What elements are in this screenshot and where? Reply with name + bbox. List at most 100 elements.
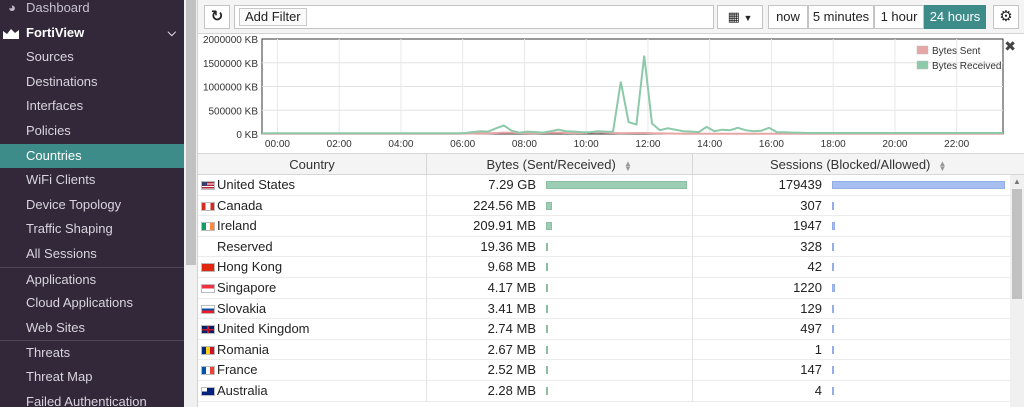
sidebar-item-fortiview[interactable]: FortiView ⌵ xyxy=(0,21,184,46)
table-row[interactable]: Hong Kong 9.68 MB 42 xyxy=(198,257,1010,278)
x-tick-label: 00:00 xyxy=(265,139,290,150)
scrollbar-thumb[interactable] xyxy=(186,0,196,265)
column-header-bytes[interactable]: Bytes (Sent/Received) ▲ ▼ xyxy=(427,154,693,175)
filter-input[interactable]: Add Filter xyxy=(234,5,714,29)
sort-icon[interactable]: ▲ ▼ xyxy=(623,159,632,172)
close-icon[interactable]: ✖ xyxy=(1004,38,1016,55)
sessions-value: 1 xyxy=(814,341,822,357)
country-cell: United Kingdom xyxy=(198,319,427,340)
bytes-value: 19.36 MB xyxy=(480,238,536,254)
table-row[interactable]: Canada 224.56 MB 307 xyxy=(198,195,1010,217)
sessions-cell: 497 xyxy=(693,319,1010,340)
sessions-bar xyxy=(832,242,834,251)
bytes-value: 7.29 GB xyxy=(488,177,536,192)
sessions-bar xyxy=(832,304,834,313)
sidebar-item-wifi-clients[interactable]: WiFi Clients xyxy=(0,168,184,193)
sidebar-item-dashboard[interactable]: ◕ Dashboard xyxy=(0,0,184,21)
sidebar-item-web-sites[interactable]: Web Sites xyxy=(0,316,184,341)
legend-label: Bytes Received xyxy=(932,61,1001,72)
sidebar-item-policies[interactable]: Policies xyxy=(0,119,184,144)
bytes-bar xyxy=(546,201,552,210)
table-row[interactable]: Ireland 209.91 MB 1947 xyxy=(198,216,1010,237)
table-row[interactable]: Australia 2.28 MB 4 xyxy=(198,381,1010,402)
bytes-bar xyxy=(546,284,548,292)
sidebar-item-failed-authentication[interactable]: Failed Authentication xyxy=(0,390,184,407)
x-tick-label: 04:00 xyxy=(388,139,413,150)
table-row[interactable]: United States 7.29 GB 179439 xyxy=(198,175,1010,196)
sessions-cell: 1 xyxy=(693,340,1010,361)
bytes-bar xyxy=(546,304,548,313)
sidebar-item-cloud-applications[interactable]: Cloud Applications xyxy=(0,291,184,316)
bytes-value: 209.91 MB xyxy=(473,218,536,234)
sessions-cell: 1947 xyxy=(693,216,1010,237)
bytes-bar xyxy=(546,242,548,251)
sessions-bar xyxy=(832,181,1005,189)
column-header-label: Bytes (Sent/Received) xyxy=(486,157,616,172)
dashboard-icon: ◕ xyxy=(8,0,16,15)
bytes-cell: 7.29 GB xyxy=(427,175,693,196)
sidebar-scrollbar[interactable] xyxy=(184,0,198,407)
country-cell: Australia xyxy=(198,381,427,402)
bytes-bar xyxy=(546,345,548,354)
sessions-cell: 328 xyxy=(693,237,1010,258)
sort-icon[interactable]: ▲ ▼ xyxy=(938,159,947,172)
x-tick-label: 02:00 xyxy=(327,139,352,150)
settings-button[interactable]: ⚙ xyxy=(993,5,1019,29)
bytes-bar xyxy=(546,181,687,189)
table-row[interactable]: Romania 2.67 MB 1 xyxy=(198,339,1010,361)
flag-sk-icon xyxy=(201,304,215,314)
table-row[interactable]: France 2.52 MB 147 xyxy=(198,360,1010,381)
sessions-bar xyxy=(832,325,834,334)
table-scrollbar[interactable]: ▲ xyxy=(1010,175,1024,407)
sidebar-item-destinations[interactable]: Destinations xyxy=(0,70,184,95)
scrollbar-thumb[interactable] xyxy=(1012,189,1022,299)
column-header-sessions[interactable]: Sessions (Blocked/Allowed) ▲ ▼ xyxy=(693,154,1024,175)
sessions-bar xyxy=(832,366,834,375)
column-header-country[interactable]: Country xyxy=(198,154,427,175)
table-row[interactable]: Reserved 19.36 MB 328 xyxy=(198,236,1010,258)
table-row[interactable]: Singapore 4.17 MB 1220 xyxy=(198,278,1010,299)
view-options-button[interactable]: ▦ ▼ xyxy=(717,5,763,29)
sidebar-item-threat-map[interactable]: Threat Map xyxy=(0,365,184,390)
sidebar-item-threats[interactable]: Threats xyxy=(0,340,184,365)
time-range-now[interactable]: now xyxy=(768,5,808,29)
sessions-cell: 129 xyxy=(693,299,1010,320)
y-tick-label: 1500000 KB xyxy=(203,59,258,70)
sidebar-item-label: Cloud Applications xyxy=(26,295,133,311)
chevron-down-icon[interactable]: ⌵ xyxy=(168,21,176,46)
toolbar: ↻ Add Filter ▦ ▼ now 5 minutes 1 hour 24… xyxy=(198,0,1024,34)
area-chart-icon xyxy=(3,28,19,39)
sidebar-item-label: FortiView xyxy=(26,24,85,40)
sidebar-item-traffic-shaping[interactable]: Traffic Shaping xyxy=(0,217,184,242)
sidebar-item-device-topology[interactable]: Device Topology xyxy=(0,193,184,218)
country-name: Romania xyxy=(217,341,270,357)
scroll-up-icon[interactable]: ▲ xyxy=(1013,177,1021,186)
x-tick-label: 12:00 xyxy=(635,139,660,150)
time-range-5-minutes[interactable]: 5 minutes xyxy=(808,5,874,29)
country-name: Slovakia xyxy=(217,300,267,316)
x-tick-label: 08:00 xyxy=(512,139,537,150)
country-cell: United States xyxy=(198,175,427,196)
sidebar-item-sources[interactable]: Sources xyxy=(0,45,184,70)
flag-ca-icon xyxy=(201,201,215,211)
sessions-value: 42 xyxy=(807,259,822,275)
sidebar-item-all-sessions[interactable]: All Sessions xyxy=(0,242,184,267)
traffic-chart: 2000000 KB 1500000 KB 1000000 KB 500000 KB 0… xyxy=(198,34,1024,153)
country-cell: Romania xyxy=(198,339,427,361)
add-filter-button[interactable]: Add Filter xyxy=(239,8,307,26)
table-row[interactable]: Slovakia 3.41 MB 129 xyxy=(198,298,1010,320)
gear-icon: ⚙ xyxy=(999,8,1013,25)
sidebar-item-label: Traffic Shaping xyxy=(26,221,113,237)
country-name: Reserved xyxy=(217,238,273,254)
sidebar-item-applications[interactable]: Applications xyxy=(0,266,184,292)
sidebar-item-label: Dashboard xyxy=(26,0,90,15)
sidebar-item-interfaces[interactable]: Interfaces xyxy=(0,94,184,119)
sessions-bar xyxy=(832,284,835,292)
refresh-button[interactable]: ↻ xyxy=(204,5,230,29)
table-row[interactable]: United Kingdom 2.74 MB 497 xyxy=(198,319,1010,340)
sidebar: ◕ Dashboard FortiView ⌵ Sources Destinati… xyxy=(0,0,184,407)
x-tick-label: 10:00 xyxy=(574,139,599,150)
time-range-24-hours[interactable]: 24 hours xyxy=(924,5,986,29)
sidebar-item-countries[interactable]: Countries xyxy=(0,143,184,169)
time-range-1-hour[interactable]: 1 hour xyxy=(874,5,924,29)
